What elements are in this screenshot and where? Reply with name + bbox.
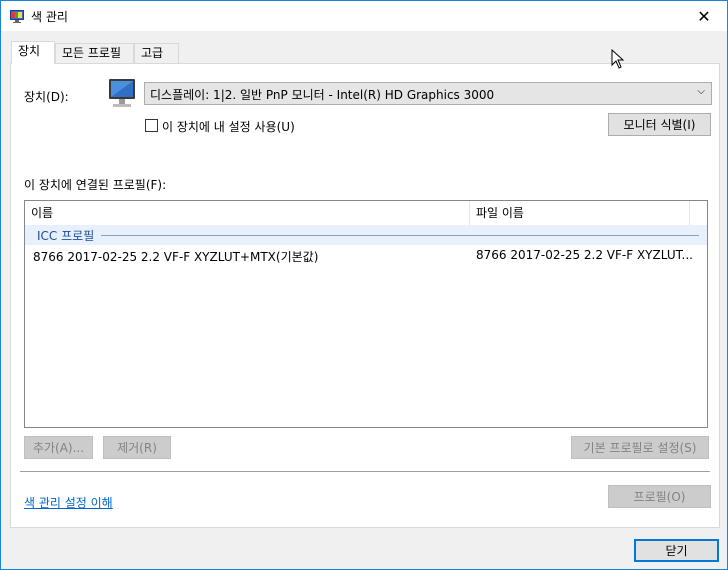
tab-advanced[interactable]: 고급 xyxy=(134,43,179,63)
profile-list[interactable]: 이름 파일 이름 ICC 프로필 8766 2017-02-25 2.2 VF-… xyxy=(24,200,708,428)
profile-name-cell: 8766 2017-02-25 2.2 VF-F XYZLUT+MTX(기본값) xyxy=(33,250,319,264)
color-management-icon xyxy=(10,10,24,23)
add-button[interactable]: 추가(A)... xyxy=(24,436,93,459)
profiles-label: 이 장치에 연결된 프로필(F): xyxy=(24,178,167,192)
window-title: 색 관리 xyxy=(31,10,68,24)
close-icon: ✕ xyxy=(697,6,711,26)
profile-button-label: 프로필(O) xyxy=(633,490,686,504)
set-default-profile-label: 기본 프로필로 설정(S) xyxy=(583,441,697,455)
use-my-settings-checkbox[interactable] xyxy=(145,119,158,132)
column-header-filename-label: 파일 이름 xyxy=(476,206,524,220)
column-header-filename[interactable]: 파일 이름 xyxy=(470,201,689,225)
column-divider[interactable] xyxy=(689,201,690,225)
close-button[interactable]: 닫기 xyxy=(634,539,719,562)
group-header-icc[interactable]: ICC 프로필 xyxy=(25,225,707,245)
profile-button[interactable]: 프로필(O) xyxy=(608,485,711,508)
monitor-icon xyxy=(109,79,135,107)
use-my-settings-label[interactable]: 이 장치에 내 설정 사용(U) xyxy=(162,118,295,135)
color-management-window: 색 관리 ✕ 장치 모든 프로필 고급 장치(D): 디스플레이: 1|2. 일… xyxy=(0,0,728,570)
mouse-cursor-icon xyxy=(611,49,625,69)
group-divider xyxy=(101,235,699,236)
device-select[interactable]: 디스플레이: 1|2. 일반 PnP 모니터 - Intel(R) HD Gra… xyxy=(144,82,712,105)
tab-device-label: 장치 xyxy=(18,44,41,58)
profile-file-cell: 8766 2017-02-25 2.2 VF-F XYZLUT... xyxy=(476,248,693,262)
device-label: 장치(D): xyxy=(24,90,69,104)
table-row[interactable]: 8766 2017-02-25 2.2 VF-F XYZLUT+MTX(기본값)… xyxy=(25,245,707,265)
tab-advanced-label: 고급 xyxy=(141,46,164,60)
remove-button-label: 제거(R) xyxy=(117,441,157,455)
understand-settings-link[interactable]: 색 관리 설정 이해 xyxy=(24,494,113,511)
chevron-down-icon: ⌵ xyxy=(697,86,705,97)
close-button-label: 닫기 xyxy=(665,544,688,558)
tab-device[interactable]: 장치 xyxy=(11,41,55,64)
device-tab-panel: 장치(D): 디스플레이: 1|2. 일반 PnP 모니터 - Intel(R)… xyxy=(10,63,720,528)
title-bar[interactable]: 색 관리 ✕ xyxy=(1,1,727,31)
column-header-name[interactable]: 이름 xyxy=(25,201,469,225)
remove-button[interactable]: 제거(R) xyxy=(103,436,171,459)
identify-monitors-label: 모니터 식별(I) xyxy=(623,118,696,132)
identify-monitors-button[interactable]: 모니터 식별(I) xyxy=(608,113,711,136)
divider xyxy=(20,471,710,472)
close-window-button[interactable]: ✕ xyxy=(681,1,727,31)
add-button-label: 추가(A)... xyxy=(32,441,85,455)
set-default-profile-button[interactable]: 기본 프로필로 설정(S) xyxy=(571,436,709,459)
column-header-name-label: 이름 xyxy=(31,206,54,220)
tab-all-profiles-label: 모든 프로필 xyxy=(62,46,122,60)
device-select-value: 디스플레이: 1|2. 일반 PnP 모니터 - Intel(R) HD Gra… xyxy=(150,88,495,102)
profile-list-header: 이름 파일 이름 xyxy=(25,201,707,226)
tab-all-profiles[interactable]: 모든 프로필 xyxy=(55,43,134,63)
group-label: ICC 프로필 xyxy=(37,229,95,243)
